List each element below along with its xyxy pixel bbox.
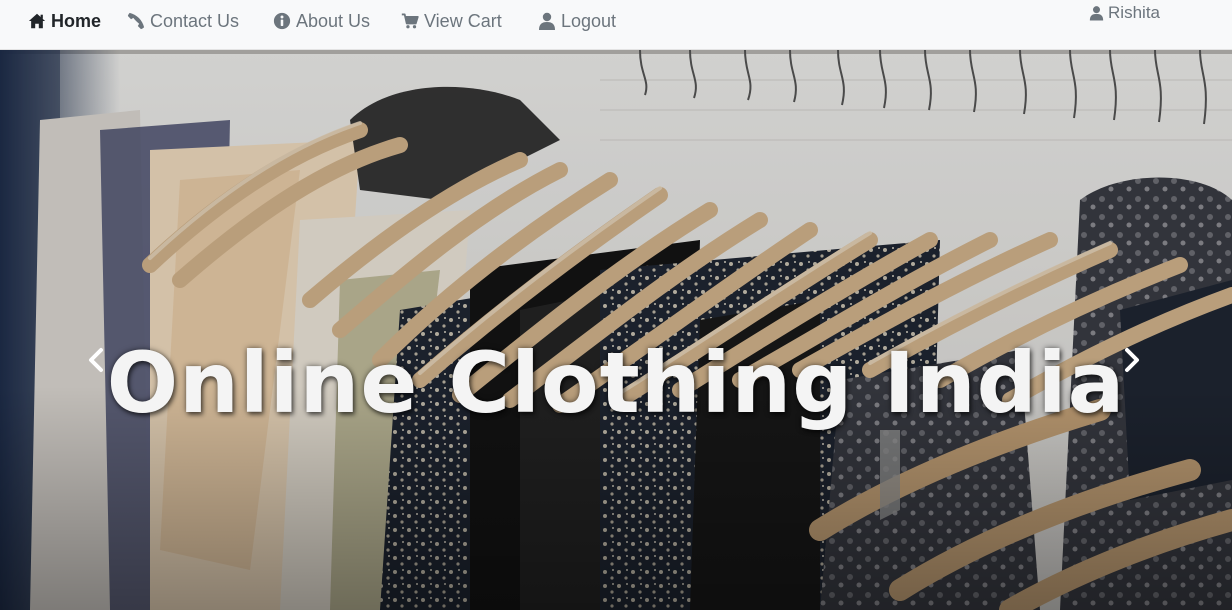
- nav-cart-link[interactable]: View Cart: [401, 0, 502, 42]
- carousel-prev-button[interactable]: [76, 340, 116, 380]
- user-name: Rishita: [1108, 3, 1160, 22]
- clothing-rack-image: [0, 50, 1232, 610]
- hero-title: Online Clothing India: [106, 334, 1126, 432]
- info-circle-icon: [273, 12, 291, 30]
- nav-cart-label: View Cart: [424, 10, 502, 31]
- nav-about-label: About Us: [296, 10, 371, 31]
- nav-contact-label: Contact Us: [150, 10, 240, 31]
- carousel-next-button[interactable]: [1112, 340, 1152, 380]
- nav-home-label: Home: [51, 10, 102, 31]
- nav-logout-link[interactable]: Logout: [538, 0, 616, 42]
- cart-icon: [401, 13, 419, 29]
- home-icon: [28, 13, 46, 29]
- hero-carousel: Online Clothing India: [0, 50, 1232, 610]
- chevron-right-icon: [1125, 348, 1139, 372]
- chevron-left-icon: [89, 348, 103, 372]
- nav-contact-link[interactable]: Contact Us: [127, 0, 239, 42]
- top-navbar: Home Contact Us About Us View Cart Logou…: [0, 0, 1232, 50]
- user-menu[interactable]: Rishita: [1089, 0, 1160, 26]
- nav-logout-label: Logout: [561, 10, 617, 31]
- nav-home-link[interactable]: Home: [28, 0, 101, 42]
- nav-about-link[interactable]: About Us: [273, 0, 370, 42]
- phone-icon: [127, 12, 145, 30]
- user-icon: [539, 12, 555, 30]
- user-icon: [1089, 6, 1104, 21]
